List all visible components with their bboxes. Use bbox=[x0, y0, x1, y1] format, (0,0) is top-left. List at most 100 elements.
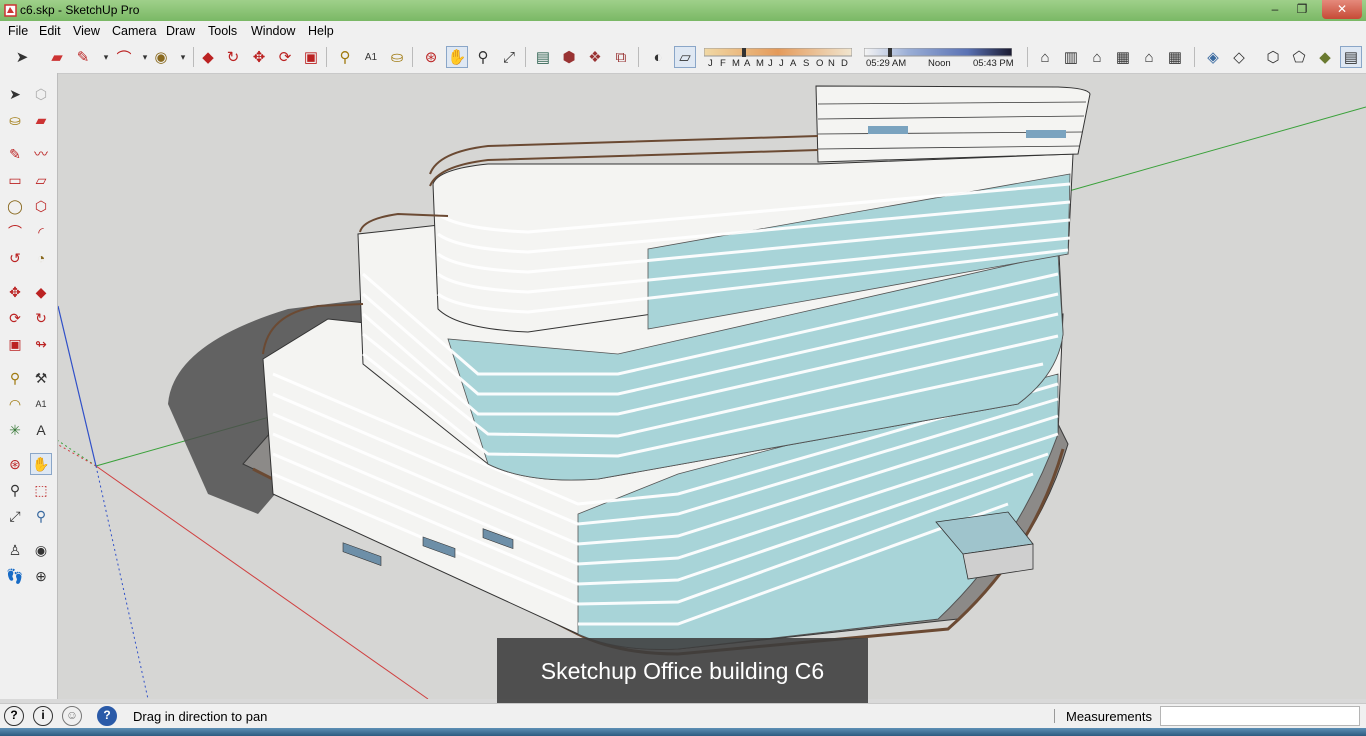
move-icon[interactable]: ✥ bbox=[4, 281, 26, 303]
line-icon[interactable]: ✎ bbox=[4, 143, 26, 165]
back-view-icon[interactable]: ⌂ bbox=[1138, 46, 1160, 68]
iso-view-icon[interactable]: ⌂ bbox=[1034, 46, 1056, 68]
position-camera-icon[interactable]: ♙ bbox=[4, 539, 26, 561]
eraser-tool-icon[interactable]: ▰ bbox=[46, 46, 68, 68]
arc-tool-icon[interactable]: ⌒ bbox=[113, 46, 135, 68]
right-view-icon[interactable]: ▦ bbox=[1112, 46, 1134, 68]
menu-tools[interactable]: Tools bbox=[208, 24, 237, 38]
fog-toggle-icon[interactable]: ▱ bbox=[674, 46, 696, 68]
previous-view-icon[interactable]: ⚲ bbox=[30, 505, 52, 527]
polygon-icon[interactable]: ⬡ bbox=[30, 195, 52, 217]
paint-bucket-icon[interactable]: ⛀ bbox=[386, 46, 408, 68]
month-label: F bbox=[720, 58, 726, 69]
zoom-extents-icon[interactable]: ⤢ bbox=[4, 505, 26, 527]
components-icon[interactable]: ❖ bbox=[584, 46, 606, 68]
zoom-tool-icon[interactable]: ⚲ bbox=[472, 46, 494, 68]
pie-icon[interactable]: ◔ bbox=[30, 247, 52, 269]
menu-file[interactable]: File bbox=[8, 24, 28, 38]
scale-tool-icon[interactable]: ▣ bbox=[300, 46, 322, 68]
maximize-button[interactable]: ❐ bbox=[1288, 0, 1316, 19]
menu-edit[interactable]: Edit bbox=[39, 24, 61, 38]
select-icon[interactable]: ➤ bbox=[4, 83, 26, 105]
left-view-icon[interactable]: ▦ bbox=[1164, 46, 1186, 68]
orbit-tool-icon[interactable]: ⊛ bbox=[420, 46, 442, 68]
pan-icon[interactable]: ✋ bbox=[30, 453, 52, 475]
offset-icon[interactable]: ↬ bbox=[30, 333, 52, 355]
geo-location-icon[interactable]: ? bbox=[4, 706, 24, 726]
three-point-arc-icon[interactable]: ↺ bbox=[4, 247, 26, 269]
shaded-textures-style-icon[interactable]: ▤ bbox=[1340, 46, 1362, 68]
help-icon[interactable]: ? bbox=[97, 706, 117, 726]
warehouse-icon[interactable]: ▤ bbox=[532, 46, 554, 68]
select-tool-icon[interactable]: ➤ bbox=[11, 46, 33, 68]
menu-draw[interactable]: Draw bbox=[166, 24, 195, 38]
shadows-toggle-icon[interactable]: ◐ bbox=[647, 46, 669, 68]
follow-me-icon[interactable]: ↻ bbox=[30, 307, 52, 329]
protractor-icon[interactable]: ◠ bbox=[4, 393, 26, 415]
tape-measure-icon[interactable]: ⚲ bbox=[4, 367, 26, 389]
push-pull-icon[interactable]: ◆ bbox=[197, 46, 219, 68]
share-model-icon[interactable]: ⬢ bbox=[558, 46, 580, 68]
arc-icon[interactable]: ⌒ bbox=[4, 221, 26, 243]
modeling-viewport[interactable] bbox=[58, 74, 1366, 699]
video-caption: Sketchup Office building C6 bbox=[497, 638, 868, 706]
pencil-tool-icon[interactable]: ✎ bbox=[72, 46, 94, 68]
3d-text-icon[interactable]: A bbox=[30, 419, 52, 441]
circle-icon[interactable]: ◯ bbox=[4, 195, 26, 217]
time-slider[interactable] bbox=[864, 48, 1012, 58]
axes-icon[interactable]: ✳ bbox=[4, 419, 26, 441]
hidden-line-style-icon[interactable]: ⬠ bbox=[1288, 46, 1310, 68]
menu-camera[interactable]: Camera bbox=[112, 24, 156, 38]
menu-window[interactable]: Window bbox=[251, 24, 295, 38]
follow-me-icon[interactable]: ↻ bbox=[222, 46, 244, 68]
menu-bar: File Edit View Camera Draw Tools Window … bbox=[0, 21, 1366, 43]
shape-tool-icon[interactable]: ◉ bbox=[150, 46, 172, 68]
month-label: J bbox=[708, 58, 713, 69]
paint-bucket-icon[interactable]: ⛀ bbox=[4, 109, 26, 131]
measurements-input[interactable] bbox=[1160, 706, 1360, 726]
tape-measure-icon[interactable]: ⚲ bbox=[334, 46, 356, 68]
freehand-icon[interactable]: 〰 bbox=[30, 143, 52, 165]
zoom-extents-icon[interactable]: ⤢ bbox=[498, 46, 520, 68]
text-tool-icon[interactable]: A1 bbox=[360, 46, 382, 68]
minimize-button[interactable]: – bbox=[1261, 0, 1289, 19]
scale-icon[interactable]: ▣ bbox=[4, 333, 26, 355]
top-view-icon[interactable]: ▥ bbox=[1060, 46, 1082, 68]
make-component-icon[interactable]: ⬡ bbox=[30, 83, 52, 105]
zoom-window-icon[interactable]: ⬚ bbox=[30, 479, 52, 501]
close-button[interactable]: ✕ bbox=[1322, 0, 1362, 19]
menu-view[interactable]: View bbox=[73, 24, 100, 38]
extension-icon[interactable]: ⧉ bbox=[610, 46, 632, 68]
wireframe-style-icon[interactable]: ⬡ bbox=[1262, 46, 1284, 68]
text-icon[interactable]: A1 bbox=[30, 393, 52, 415]
move-tool-icon[interactable]: ✥ bbox=[248, 46, 270, 68]
back-edges-style-icon[interactable]: ◇ bbox=[1228, 46, 1250, 68]
look-around-icon[interactable]: ◉ bbox=[30, 539, 52, 561]
section-plane-icon[interactable]: ⊕ bbox=[30, 565, 52, 587]
pan-tool-icon[interactable]: ✋ bbox=[446, 46, 468, 68]
building-model bbox=[58, 85, 1366, 699]
zoom-icon[interactable]: ⚲ bbox=[4, 479, 26, 501]
xray-style-icon[interactable]: ◈ bbox=[1202, 46, 1224, 68]
walk-icon[interactable]: 👣 bbox=[4, 565, 26, 587]
time-start-label: 05:29 AM bbox=[866, 58, 907, 69]
sketchup-app-icon bbox=[4, 4, 17, 17]
date-slider[interactable] bbox=[704, 48, 852, 58]
rotate-tool-icon[interactable]: ⟳ bbox=[274, 46, 296, 68]
push-pull-icon[interactable]: ◆ bbox=[30, 281, 52, 303]
shape-dropdown-icon[interactable]: ▾ bbox=[172, 46, 194, 68]
time-noon-label: Noon bbox=[928, 58, 951, 69]
orbit-icon[interactable]: ⊛ bbox=[4, 453, 26, 475]
rotated-rectangle-icon[interactable]: ▱ bbox=[30, 169, 52, 191]
shaded-style-icon[interactable]: ◆ bbox=[1314, 46, 1336, 68]
dimension-icon[interactable]: ⚒ bbox=[30, 367, 52, 389]
front-view-icon[interactable]: ⌂ bbox=[1086, 46, 1108, 68]
month-label: N bbox=[828, 58, 835, 69]
credits-icon[interactable]: i bbox=[33, 706, 53, 726]
two-point-arc-icon[interactable]: ◜ bbox=[30, 221, 52, 243]
rotate-icon[interactable]: ⟳ bbox=[4, 307, 26, 329]
eraser-icon[interactable]: ▰ bbox=[30, 109, 52, 131]
user-account-icon[interactable]: ☺ bbox=[62, 706, 82, 726]
menu-help[interactable]: Help bbox=[308, 24, 334, 38]
rectangle-icon[interactable]: ▭ bbox=[4, 169, 26, 191]
